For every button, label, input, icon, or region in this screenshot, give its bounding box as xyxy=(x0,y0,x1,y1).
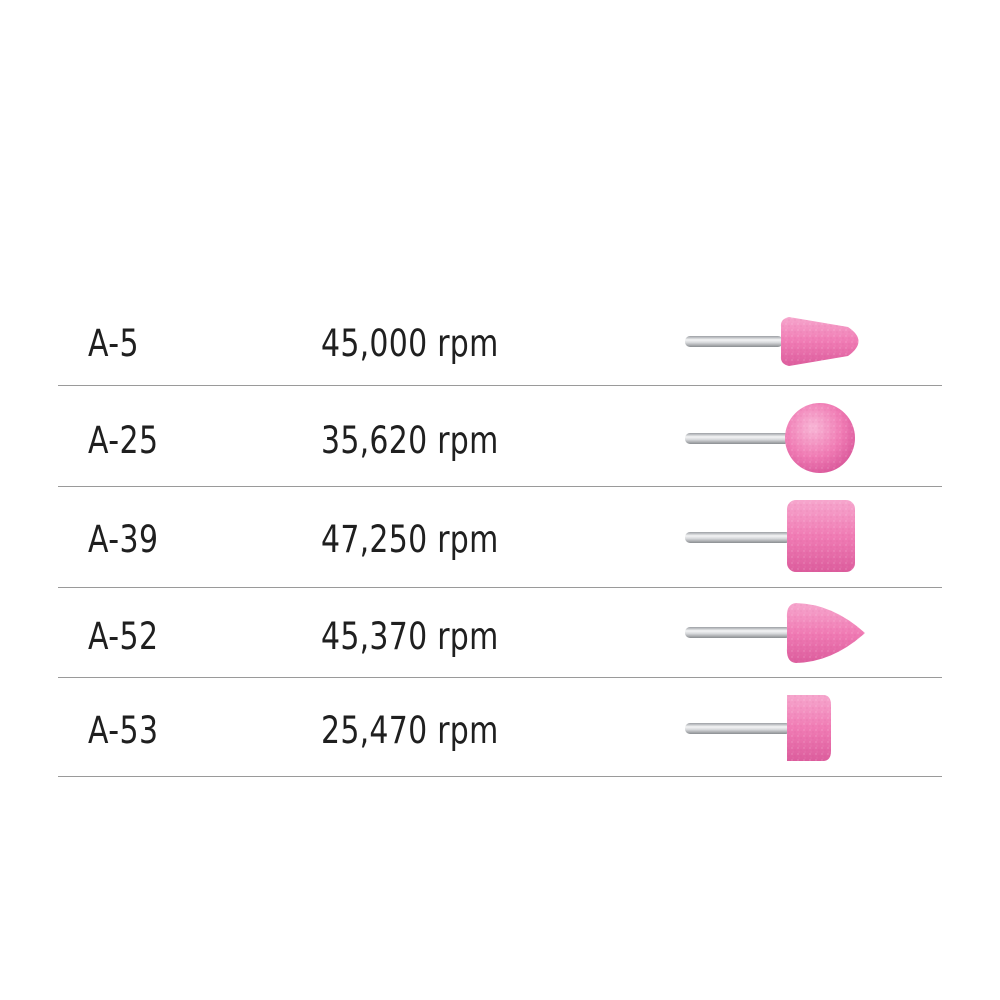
model-code: A-52 xyxy=(88,615,159,658)
table-row: A-39 47,250 rpm xyxy=(58,487,942,588)
table-row: A-5 45,000 rpm xyxy=(58,292,942,386)
model-code: A-39 xyxy=(88,518,159,561)
model-code: A-5 xyxy=(88,322,139,365)
short-cylinder-stone-icon xyxy=(683,687,883,771)
max-speed: 35,620 rpm xyxy=(321,419,499,462)
max-speed: 47,250 rpm xyxy=(321,518,499,561)
model-code: A-53 xyxy=(88,709,159,752)
cylinder-stone-icon xyxy=(683,496,883,580)
table-row: A-25 35,620 rpm xyxy=(58,386,942,487)
cone-stone-icon xyxy=(683,299,883,383)
max-speed: 45,000 rpm xyxy=(321,322,499,365)
ball-stone-icon xyxy=(683,395,883,479)
table-row: A-52 45,370 rpm xyxy=(58,588,942,678)
bullet-stone-icon xyxy=(683,590,883,674)
spec-table: A-5 45,000 rpm A-25 35,620 rpm A-39 47,2… xyxy=(58,292,942,777)
model-code: A-25 xyxy=(88,419,159,462)
table-row: A-53 25,470 rpm xyxy=(58,678,942,777)
max-speed: 25,470 rpm xyxy=(321,709,499,752)
max-speed: 45,370 rpm xyxy=(321,615,499,658)
